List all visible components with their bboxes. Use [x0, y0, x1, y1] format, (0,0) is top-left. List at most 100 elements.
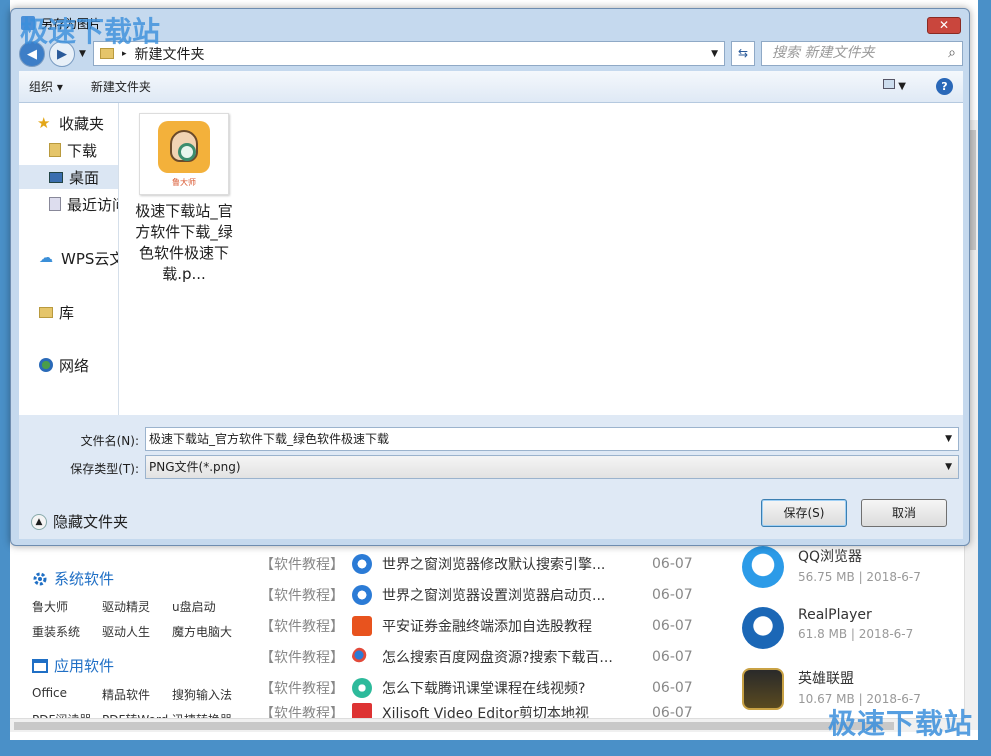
- list-item[interactable]: 【软件教程】 怎么搜索百度网盘资源?搜索下载百... 06-07: [260, 641, 720, 672]
- cloud-icon: ☁: [39, 250, 53, 266]
- article-date: 06-07: [652, 617, 693, 634]
- nav-label: 库: [59, 303, 75, 322]
- article-title[interactable]: 怎么搜索百度网盘资源?搜索下载百...: [382, 647, 632, 667]
- refresh-icon: ⇆: [737, 46, 749, 60]
- chevron-down-icon[interactable]: ▼: [711, 49, 718, 59]
- hide-folders-toggle[interactable]: ▲ 隐藏文件夹: [31, 511, 128, 532]
- chevron-down-icon: ▼: [898, 81, 906, 92]
- link-item[interactable]: 鲁大师: [32, 598, 102, 615]
- watermark: 极速下载站: [827, 707, 973, 740]
- download-folder-icon: [49, 143, 61, 157]
- save-options-panel: 文件名(N): 极速下载站_官方软件下载_绿色软件极速下载 ▼ 保存类型(T):…: [19, 415, 963, 539]
- nav-favorites[interactable]: ★ 收藏夹: [37, 111, 104, 135]
- league-of-legends-icon: [742, 668, 784, 710]
- software-meta: 61.8 MB | 2018-6-7: [798, 627, 914, 641]
- close-button[interactable]: ✕: [927, 17, 961, 34]
- desktop-icon: [49, 171, 63, 183]
- link-item[interactable]: u盘启动: [172, 598, 252, 615]
- system-software-links: 鲁大师 驱动精灵 u盘启动 重装系统 驱动人生 魔方电脑大: [32, 598, 252, 640]
- search-icon[interactable]: ⌕: [948, 42, 956, 65]
- chevron-down-icon[interactable]: ▼: [945, 428, 952, 450]
- address-bar[interactable]: ▸ 新建文件夹 ▼: [93, 41, 725, 66]
- cancel-button[interactable]: 取消: [861, 499, 947, 527]
- link-item[interactable]: 魔方电脑大: [172, 623, 252, 640]
- help-button[interactable]: ?: [936, 78, 953, 95]
- list-item[interactable]: RealPlayer 61.8 MB | 2018-6-7: [742, 607, 962, 668]
- list-item[interactable]: 【软件教程】 世界之窗浏览器设置浏览器启动页... 06-07: [260, 579, 720, 610]
- link-item[interactable]: 精品软件: [102, 686, 172, 703]
- nav-label: 桌面: [69, 168, 100, 187]
- watermark: 极速下载站: [20, 15, 161, 48]
- chevron-down-icon[interactable]: ▼: [945, 456, 952, 478]
- view-options-button[interactable]: ▼: [883, 79, 915, 92]
- article-tag: 【软件教程】: [260, 649, 344, 666]
- file-thumbnail: 鲁大师: [139, 113, 229, 195]
- list-item[interactable]: 【软件教程】 平安证券金融终端添加自选股教程 06-07: [260, 610, 720, 641]
- file-item[interactable]: 鲁大师 极速下载站_官方软件下载_绿色软件极速下载.p...: [135, 113, 235, 285]
- article-date: 06-07: [652, 679, 693, 696]
- software-name[interactable]: RealPlayer: [798, 607, 913, 623]
- nav-network[interactable]: 网络: [39, 353, 89, 377]
- nav-recent[interactable]: 最近访问的位置: [49, 192, 118, 216]
- navigation-pane: ★ 收藏夹 下载 桌面 最近访问的位置 ☁ WPS云文档 库 网络: [19, 103, 119, 415]
- ludashi-icon: [158, 120, 210, 173]
- view-icon: [883, 79, 895, 89]
- nav-library[interactable]: 库: [39, 300, 74, 324]
- filetype-select[interactable]: PNG文件(*.png) ▼: [145, 455, 959, 479]
- save-as-dialog: 另存为图片 ✕ ◀ ▶ ▼ ▸ 新建文件夹 ▼ ⇆ 搜索 新建文件夹 ⌕ 组织 …: [10, 8, 970, 546]
- article-date: 06-07: [652, 586, 693, 603]
- list-item[interactable]: QQ浏览器 56.75 MB | 2018-6-7: [742, 546, 962, 607]
- network-icon: [39, 358, 53, 372]
- baidu-pan-icon: [352, 646, 372, 667]
- file-list: 鲁大师 极速下载站_官方软件下载_绿色软件极速下载.p...: [119, 103, 963, 415]
- address-row: ◀ ▶ ▼ ▸ 新建文件夹 ▼ ⇆ 搜索 新建文件夹 ⌕: [19, 39, 963, 69]
- link-item[interactable]: 驱动人生: [102, 623, 172, 640]
- search-placeholder: 搜索 新建文件夹: [772, 45, 875, 61]
- qq-browser-icon: [742, 546, 784, 588]
- filename-label: 文件名(N):: [80, 434, 139, 448]
- filename-field[interactable]: 极速下载站_官方软件下载_绿色软件极速下载 ▼: [145, 427, 959, 451]
- library-icon: [39, 306, 53, 318]
- search-input[interactable]: 搜索 新建文件夹 ⌕: [761, 41, 963, 66]
- hide-folders-label: 隐藏文件夹: [53, 513, 129, 531]
- path-separator: ▸: [122, 48, 127, 59]
- save-button[interactable]: 保存(S): [761, 499, 847, 527]
- system-software-heading[interactable]: 系统软件: [32, 568, 114, 589]
- link-item[interactable]: 重装系统: [32, 623, 102, 640]
- nav-wps-cloud[interactable]: ☁ WPS云文档: [39, 246, 118, 270]
- article-tag: 【软件教程】: [260, 587, 344, 604]
- thumbnail-brand: 鲁大师: [172, 177, 196, 187]
- link-item[interactable]: Office: [32, 686, 102, 703]
- globe-icon: [352, 584, 372, 605]
- scrollbar-thumb[interactable]: [14, 722, 894, 730]
- organize-menu[interactable]: 组织 ▾: [19, 78, 73, 95]
- article-title[interactable]: 平安证券金融终端添加自选股教程: [382, 616, 632, 636]
- nav-desktop[interactable]: 桌面: [19, 165, 118, 189]
- article-tag: 【软件教程】: [260, 618, 344, 635]
- article-title[interactable]: 世界之窗浏览器设置浏览器启动页...: [382, 585, 632, 605]
- app-software-heading[interactable]: 应用软件: [32, 655, 114, 676]
- software-name[interactable]: QQ浏览器: [798, 546, 921, 566]
- nav-label: 网络: [59, 356, 90, 375]
- link-item[interactable]: 驱动精灵: [102, 598, 172, 615]
- link-item[interactable]: 搜狗输入法: [172, 686, 252, 703]
- article-date: 06-07: [652, 648, 693, 665]
- article-date: 06-07: [652, 555, 693, 572]
- realplayer-icon: [742, 607, 784, 649]
- list-item[interactable]: 【软件教程】 怎么下载腾讯课堂课程在线视频? 06-07: [260, 672, 720, 703]
- nav-downloads[interactable]: 下载: [49, 138, 97, 162]
- article-tag: 【软件教程】: [260, 556, 344, 573]
- new-folder-button[interactable]: 新建文件夹: [81, 78, 161, 95]
- article-title[interactable]: 世界之窗浏览器修改默认搜索引擎...: [382, 554, 632, 574]
- software-name[interactable]: 英雄联盟: [798, 668, 921, 688]
- article-title[interactable]: 怎么下载腾讯课堂课程在线视频?: [382, 678, 632, 698]
- page-horizontal-scrollbar[interactable]: [10, 718, 966, 732]
- filetype-value: PNG文件(*.png): [149, 460, 241, 474]
- window-icon: [32, 658, 48, 674]
- refresh-button[interactable]: ⇆: [731, 41, 755, 66]
- list-item[interactable]: 【软件教程】 世界之窗浏览器修改默认搜索引擎... 06-07: [260, 548, 720, 579]
- globe-icon: [352, 553, 372, 574]
- history-dropdown-icon[interactable]: ▼: [79, 49, 86, 59]
- app-software-title: 应用软件: [54, 657, 115, 675]
- toolbar: 组织 ▾ 新建文件夹 ▼ ?: [19, 71, 963, 103]
